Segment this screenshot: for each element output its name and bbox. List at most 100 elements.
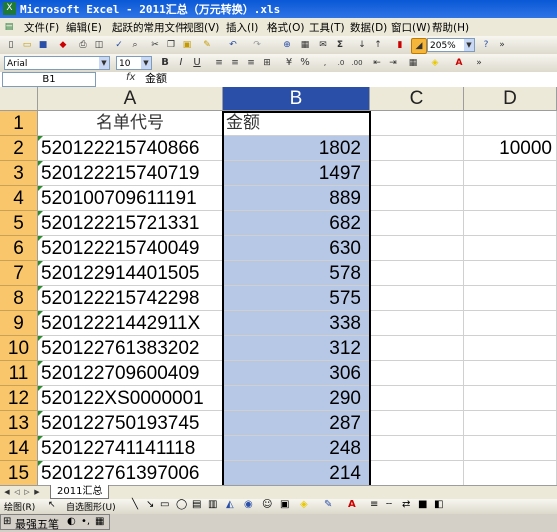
cell-b[interactable]: 306 — [223, 361, 370, 386]
cell-d[interactable] — [464, 311, 557, 336]
cell-b[interactable]: 575 — [223, 286, 370, 311]
hyperlink-icon[interactable]: ⊕ — [280, 38, 294, 52]
increase-decimal-icon[interactable]: .0 — [334, 56, 348, 70]
cell-c[interactable] — [370, 311, 464, 336]
cell-b[interactable]: 248 — [223, 436, 370, 461]
chevron-down-icon[interactable]: ▼ — [141, 57, 151, 69]
menu-item[interactable]: 文件(F) — [24, 20, 59, 35]
menu-item[interactable]: 工具(T) — [309, 20, 345, 35]
cell-a[interactable]: 520122761397006 — [38, 461, 223, 485]
research-icon[interactable]: ⌕ — [128, 38, 142, 52]
decrease-decimal-icon[interactable]: .00 — [350, 56, 364, 70]
align-left-icon[interactable]: ≡ — [212, 56, 226, 70]
line-color-icon[interactable]: ✎ — [324, 499, 332, 510]
chevron-down-icon[interactable]: ▼ — [99, 57, 109, 69]
paste-icon[interactable]: ▣ — [180, 38, 194, 52]
row-header[interactable]: 12 — [0, 386, 38, 411]
cell-a[interactable]: 520122215740719 — [38, 161, 223, 186]
3d-icon[interactable]: ◧ — [434, 499, 443, 510]
cell-a[interactable]: 520122215721331 — [38, 211, 223, 236]
cell-b1[interactable]: 金额 — [223, 111, 370, 136]
arrow-icon[interactable]: ↘ — [146, 499, 154, 510]
save-icon[interactable]: ■ — [36, 38, 50, 52]
font-color-icon[interactable]: A — [452, 56, 466, 70]
select-all-corner[interactable] — [0, 87, 38, 111]
vertical-textbox-icon[interactable]: ▥ — [208, 499, 217, 510]
half-width-icon[interactable]: ◐ — [67, 516, 76, 527]
cell-b[interactable]: 312 — [223, 336, 370, 361]
formula-content[interactable]: 金额 — [145, 72, 167, 86]
copy-icon[interactable]: ❐ — [164, 38, 178, 52]
cell-d[interactable] — [464, 211, 557, 236]
underline-button[interactable]: U — [190, 56, 204, 70]
menu-item[interactable]: 帮助(H) — [432, 20, 469, 35]
cell-d[interactable] — [464, 336, 557, 361]
cell-c1[interactable] — [370, 111, 464, 136]
autoshapes-menu[interactable]: 自选图形(U) — [66, 500, 116, 513]
font-size-combo[interactable]: 10 ▼ — [116, 56, 152, 70]
cell-d[interactable] — [464, 436, 557, 461]
menu-item[interactable]: 起跃的常用文件 — [112, 20, 186, 35]
rectangle-icon[interactable]: ▭ — [160, 499, 169, 510]
toolbar-options-icon[interactable]: » — [495, 38, 509, 52]
picture-icon[interactable]: ▣ — [280, 499, 289, 510]
shadow-icon[interactable]: ■ — [418, 499, 427, 510]
cell-a[interactable]: 520122XS0000001 — [38, 386, 223, 411]
ime-icon[interactable]: ⊞ — [3, 516, 11, 527]
row-header[interactable]: 5 — [0, 211, 38, 236]
bold-button[interactable]: B — [158, 56, 172, 70]
comma-style-icon[interactable]: , — [318, 56, 332, 70]
zoom-combo[interactable]: 205% ▼ — [427, 38, 475, 52]
column-header-c[interactable]: C — [370, 87, 464, 111]
cell-a[interactable]: 52012221442911X — [38, 311, 223, 336]
cell-d[interactable] — [464, 286, 557, 311]
open-folder-icon[interactable]: ▭ — [20, 38, 34, 52]
cell-c[interactable] — [370, 361, 464, 386]
row-header[interactable]: 15 — [0, 461, 38, 485]
column-header-b[interactable]: B — [223, 87, 370, 111]
row-header[interactable]: 4 — [0, 186, 38, 211]
cell-d1[interactable] — [464, 111, 557, 136]
soft-keyboard-icon[interactable]: ▦ — [95, 516, 104, 527]
cell-b[interactable]: 1802 — [223, 136, 370, 161]
menu-item[interactable]: 窗口(W) — [391, 20, 431, 35]
cell-a[interactable]: 520122750193745 — [38, 411, 223, 436]
cell-b[interactable]: 578 — [223, 261, 370, 286]
punctuation-icon[interactable]: •, — [81, 516, 90, 527]
new-document-icon[interactable]: ▯ — [4, 38, 18, 52]
cell-b[interactable]: 290 — [223, 386, 370, 411]
cell-b[interactable]: 630 — [223, 236, 370, 261]
textbox-icon[interactable]: ▤ — [192, 499, 201, 510]
cell-c[interactable] — [370, 211, 464, 236]
chevron-down-icon[interactable]: ▼ — [464, 39, 474, 51]
row-header[interactable]: 8 — [0, 286, 38, 311]
currency-button[interactable]: ¥ — [282, 56, 296, 70]
cell-a[interactable]: 520122215740866 — [38, 136, 223, 161]
font-combo[interactable]: Arial ▼ — [4, 56, 110, 70]
print-preview-icon[interactable]: ◫ — [92, 38, 106, 52]
percent-button[interactable]: % — [298, 56, 312, 70]
chart-wizard-icon[interactable]: ▮ — [393, 38, 407, 52]
cell-c[interactable] — [370, 236, 464, 261]
font-color-icon[interactable]: A — [348, 499, 356, 510]
first-sheet-icon[interactable]: ◀ — [2, 487, 12, 498]
cell-c[interactable] — [370, 386, 464, 411]
cell-a[interactable]: 520122761383202 — [38, 336, 223, 361]
increase-indent-icon[interactable]: ⇥ — [386, 56, 400, 70]
print-icon[interactable]: ⎙ — [76, 38, 90, 52]
dash-style-icon[interactable]: ┄ — [386, 499, 392, 510]
cell-c[interactable] — [370, 286, 464, 311]
cell-d[interactable] — [464, 161, 557, 186]
redo-icon[interactable]: ↷ — [250, 38, 264, 52]
document-icon[interactable]: ▤ — [2, 20, 16, 34]
row-header[interactable]: 6 — [0, 236, 38, 261]
menu-item[interactable]: 插入(I) — [226, 20, 258, 35]
cell-d[interactable] — [464, 411, 557, 436]
cell-d[interactable] — [464, 386, 557, 411]
row-header[interactable]: 10 — [0, 336, 38, 361]
cell-a[interactable]: 520122215742298 — [38, 286, 223, 311]
fill-color-icon[interactable]: ◈ — [428, 56, 442, 70]
italic-button[interactable]: I — [174, 56, 188, 70]
oval-icon[interactable]: ◯ — [176, 499, 187, 510]
cell-c[interactable] — [370, 436, 464, 461]
